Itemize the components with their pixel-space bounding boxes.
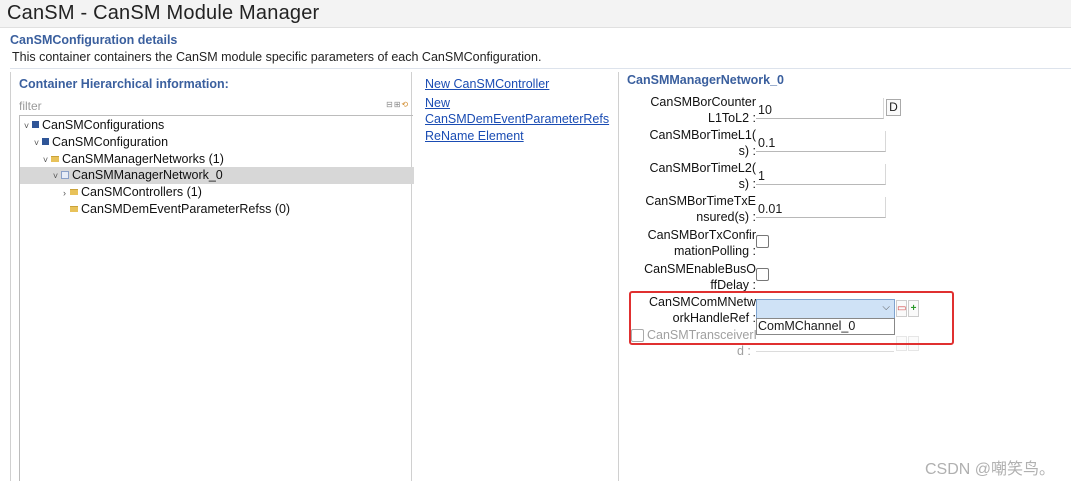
window-title-bar: CanSM - CanSM Module Manager [0,0,1071,28]
window-title: CanSM - CanSM Module Manager [7,2,320,24]
network-title: CanSMManagerNetwork_0 [627,73,784,87]
bor-counter-default-button[interactable]: D [886,99,901,116]
label-line: CanSMBorTimeL2( [649,161,756,175]
bor-time-l1-input[interactable]: 0.1 [756,131,886,152]
remove-ref-icon[interactable]: ▭ [896,300,907,317]
folder-icon [70,206,78,212]
module-icon [42,138,49,145]
label-line: s) : [738,177,756,191]
tree-node-label: CanSMControllers (1) [81,185,202,199]
expand-toggle-icon[interactable]: › [60,185,69,202]
folder-icon [70,189,78,195]
comm-network-select[interactable]: ⌵ [756,299,895,319]
tree-node-label: CanSMConfigurations [42,118,165,132]
tree-node-manager-networks[interactable]: ˅ CanSMManagerNetworks (1) [41,151,224,168]
bor-counter-label: CanSMBorCounter L1ToL2 : [626,94,756,126]
label-line: CanSMBorCounter [650,95,756,109]
action-links: New CanSMController New CanSMDemEventPar… [425,76,609,144]
filter-tools: ⊟⊞⟲ [386,100,409,109]
bor-time-tx-input[interactable]: 0.01 [756,197,886,218]
label-line: L1ToL2 : [708,111,756,125]
rename-element-link[interactable]: ReName Element [425,128,609,144]
bor-time-l1-label: CanSMBorTimeL1( s) : [626,127,756,159]
label-line: CanSMBorTimeL1( [649,128,756,142]
transceiver-label-line1: CanSMTransceiverI [647,328,757,342]
container-tree: ˅ CanSMConfigurations ˅ CanSMConfiguration… [19,115,414,481]
folder-icon [51,156,59,162]
transceiver-add-icon[interactable] [908,336,919,351]
bor-time-tx-label: CanSMBorTimeTxE nsured(s) : [626,193,756,225]
panel-divider [618,72,619,481]
expand-toggle-icon[interactable]: ˅ [22,118,31,135]
label-line: CanSMEnableBusO [644,262,756,276]
bor-time-l2-input[interactable]: 1 [756,164,886,185]
container-hierarchy-panel: Container Hierarchical information: filt… [10,72,414,481]
tree-node-label: CanSMConfiguration [52,135,169,149]
filter-input[interactable]: filter [19,99,42,113]
expand-toggle-icon[interactable]: ˅ [51,168,60,185]
label-line: CanSMComMNetw [649,295,756,309]
comm-network-option[interactable]: ComMChannel_0 [756,318,895,335]
new-dem-event-link-line2[interactable]: CanSMDemEventParameterRefs [425,111,609,127]
section-divider [10,68,1071,69]
transceiver-label-line2: d : [737,344,751,358]
add-ref-icon[interactable]: + [908,300,919,317]
label-line: orkHandleRef : [672,311,756,325]
label-line: mationPolling : [674,244,756,258]
bor-tx-confirm-label: CanSMBorTxConfir mationPolling : [626,227,756,259]
transceiver-remove-icon[interactable] [896,336,907,351]
new-controller-link[interactable]: New CanSMController [425,76,609,92]
label-line: ffDelay : [710,278,756,292]
label-line: s) : [738,144,756,158]
label-line: nsured(s) : [696,210,756,224]
bor-time-l2-label: CanSMBorTimeL2( s) : [626,160,756,192]
enable-bus-off-checkbox[interactable] [756,268,769,281]
tree-node-dem-event-refs[interactable]: CanSMDemEventParameterRefss (0) [69,201,290,218]
transceiver-input[interactable] [756,335,894,352]
module-icon [32,121,39,128]
tree-node-label: CanSMManagerNetworks (1) [62,152,224,166]
collapse-all-icon[interactable]: ⊟ [386,100,394,109]
transceiver-checkbox[interactable] [631,329,644,342]
expand-toggle-icon[interactable]: ˅ [32,135,41,152]
watermark: CSDN @嘲笑鸟。 [924,461,1055,478]
hierarchy-title: Container Hierarchical information: [19,77,229,91]
bor-tx-confirm-checkbox[interactable] [756,235,769,248]
chevron-down-icon[interactable]: ⌵ [882,302,890,313]
label-line: CanSMBorTxConfir [647,228,756,242]
tree-node-controllers[interactable]: › CanSMControllers (1) [60,184,202,201]
tree-node-cansm-configurations[interactable]: ˅ CanSMConfigurations [22,117,164,134]
label-line: CanSMBorTimeTxE [645,194,756,208]
refresh-icon[interactable]: ⟲ [401,100,409,109]
tree-node-cansm-configuration[interactable]: ˅ CanSMConfiguration [32,134,168,151]
new-dem-event-link-line1[interactable]: New [425,95,609,111]
comm-network-label: CanSMComMNetw orkHandleRef : [626,294,756,326]
details-description: This container containers the CanSM modu… [12,50,542,64]
tree-node-label: CanSMManagerNetwork_0 [72,168,223,182]
enable-bus-off-label: CanSMEnableBusO ffDelay : [626,261,756,293]
tree-node-label: CanSMDemEventParameterRefss (0) [81,202,291,216]
bor-counter-input[interactable]: 10 [756,98,884,119]
tree-node-manager-network-0[interactable]: ˅ CanSMManagerNetwork_0 [20,167,414,184]
details-title: CanSMConfiguration details [10,33,178,47]
item-icon [61,171,69,179]
